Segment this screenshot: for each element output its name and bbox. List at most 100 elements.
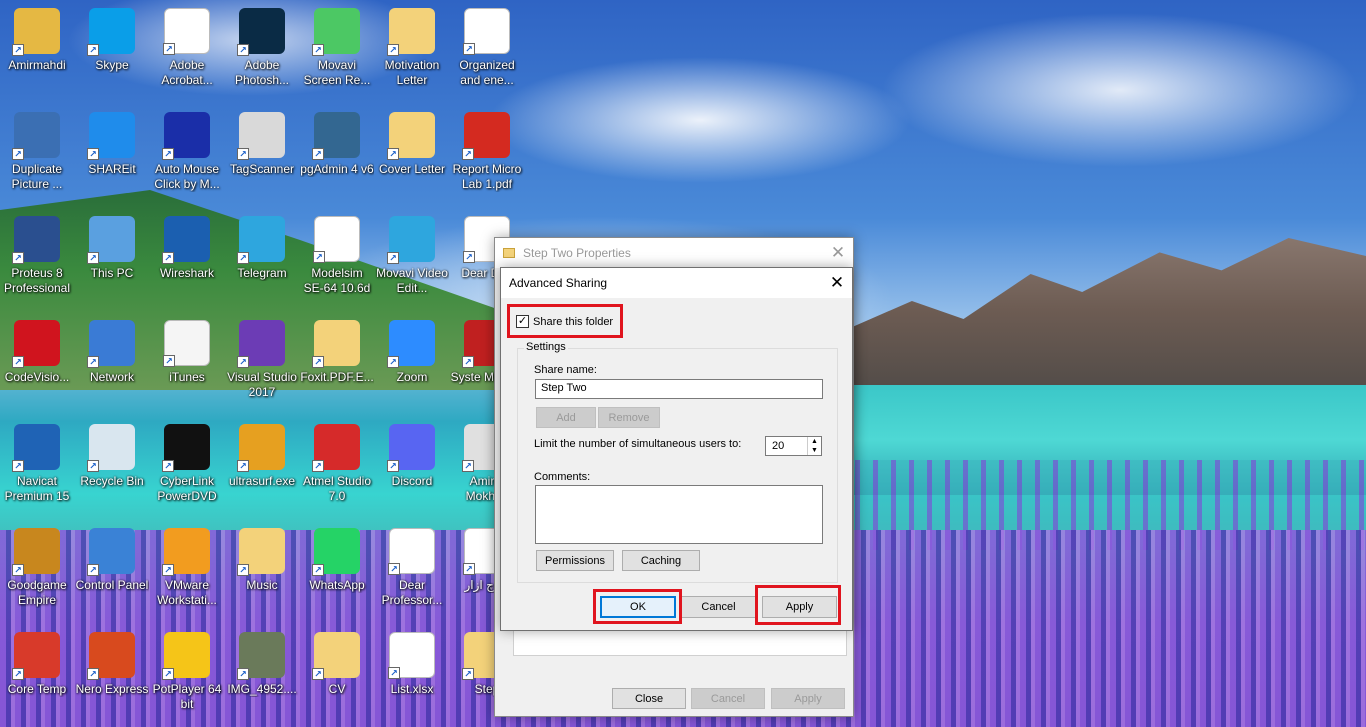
- stepper-up-icon[interactable]: ▲: [807, 437, 821, 446]
- desktop-icon[interactable]: ↗ This PC: [75, 216, 149, 316]
- desktop-icon[interactable]: ↗ IMG_4952....: [225, 632, 299, 727]
- share-folder-checkbox[interactable]: ✓: [516, 315, 529, 328]
- potplayer-icon: ↗: [162, 632, 210, 680]
- desktop-icon[interactable]: ↗ Control Panel: [75, 528, 149, 628]
- desktop-icon[interactable]: ↗ Dear Professor...: [375, 528, 449, 628]
- folder-icon: ↗: [312, 632, 360, 680]
- desktop-icon[interactable]: ↗ WhatsApp: [300, 528, 374, 628]
- desktop-icon[interactable]: ↗ Navicat Premium 15: [0, 424, 74, 524]
- shortcut-arrow-icon: ↗: [162, 460, 174, 472]
- desktop-icon-label: PotPlayer 64 bit: [152, 682, 222, 711]
- shortcut-arrow-icon: ↗: [237, 564, 249, 576]
- desktop-icon-label: Goodgame Empire: [7, 578, 67, 607]
- desktop-icon[interactable]: ↗ pgAdmin 4 v6: [300, 112, 374, 212]
- properties-cancel-button[interactable]: Cancel: [691, 688, 765, 709]
- desktop-icon[interactable]: ↗ iTunes: [150, 320, 224, 420]
- desktop-icon[interactable]: ↗ TagScanner: [225, 112, 299, 212]
- share-folder-checkbox-row[interactable]: ✓ Share this folder: [516, 315, 613, 328]
- desktop-icon[interactable]: ↗ Adobe Photosh...: [225, 8, 299, 108]
- photo-icon: ↗: [237, 632, 285, 680]
- shortcut-arrow-icon: ↗: [463, 251, 475, 263]
- desktop-icon[interactable]: ↗ ultrasurf.exe: [225, 424, 299, 524]
- desktop-icon[interactable]: ↗ Goodgame Empire: [0, 528, 74, 628]
- desktop-icon[interactable]: ↗ Zoom: [375, 320, 449, 420]
- ultrasurf-icon: ↗: [237, 424, 285, 472]
- shortcut-arrow-icon: ↗: [87, 460, 99, 472]
- desktop-icon[interactable]: ↗ SHAREit: [75, 112, 149, 212]
- desktop-icon[interactable]: ↗ Amirmahdi: [0, 8, 74, 108]
- desktop-icon[interactable]: ↗ Auto Mouse Click by M...: [150, 112, 224, 212]
- desktop-icon[interactable]: ↗ CV: [300, 632, 374, 727]
- advanced-sharing-dialog: Advanced Sharing ✕ ✓ Share this folder S…: [500, 267, 853, 631]
- desktop-icon[interactable]: ↗ Wireshark: [150, 216, 224, 316]
- properties-close-icon[interactable]: ✕: [823, 238, 853, 268]
- shortcut-arrow-icon: ↗: [87, 564, 99, 576]
- desktop-icon[interactable]: ↗ Report Micro Lab 1.pdf: [450, 112, 524, 212]
- skype-icon: ↗: [87, 8, 135, 56]
- share-folder-label: Share this folder: [533, 315, 614, 328]
- desktop-icon[interactable]: ↗ Atmel Studio 7.0: [300, 424, 374, 524]
- desktop-icon[interactable]: ↗ Movavi Screen Re...: [300, 8, 374, 108]
- remove-share-button[interactable]: Remove: [598, 407, 660, 428]
- desktop-icon[interactable]: ↗ Adobe Acrobat...: [150, 8, 224, 108]
- desktop-icon[interactable]: ↗ Discord: [375, 424, 449, 524]
- properties-close-button[interactable]: Close: [612, 688, 686, 709]
- desktop-icon[interactable]: ↗ CodeVisio...: [0, 320, 74, 420]
- desktop-icon[interactable]: ↗ Proteus 8 Professional: [0, 216, 74, 316]
- shortcut-arrow-icon: ↗: [237, 460, 249, 472]
- excel-icon: ↗: [388, 632, 435, 679]
- photoshop-icon: ↗: [237, 8, 285, 56]
- folder-icon: ↗: [387, 112, 435, 160]
- desktop-icon[interactable]: ↗ Telegram: [225, 216, 299, 316]
- limit-users-stepper[interactable]: 20 ▲ ▼: [765, 436, 822, 456]
- desktop-icon[interactable]: ↗ PotPlayer 64 bit: [150, 632, 224, 727]
- desktop-icon[interactable]: ↗ Duplicate Picture ...: [0, 112, 74, 212]
- shortcut-arrow-icon: ↗: [387, 356, 399, 368]
- shortcut-arrow-icon: ↗: [387, 252, 399, 264]
- desktop-icon-label: Wireshark: [159, 266, 214, 280]
- desktop-icon[interactable]: ↗ Music: [225, 528, 299, 628]
- desktop-icon[interactable]: ↗ Cover Letter: [375, 112, 449, 212]
- desktop-icon[interactable]: ↗ Organized and ene...: [450, 8, 524, 108]
- desktop-icon[interactable]: ↗ Nero Express: [75, 632, 149, 727]
- desktop-icon[interactable]: ↗ List.xlsx: [375, 632, 449, 727]
- desktop-icon[interactable]: ↗ Modelsim SE-64 10.6d: [300, 216, 374, 316]
- desktop-icon[interactable]: ↗ CyberLink PowerDVD 21: [150, 424, 224, 524]
- shortcut-arrow-icon: ↗: [462, 460, 474, 472]
- share-name-input[interactable]: Step Two: [535, 379, 823, 399]
- desktop-icon-label: CodeVisio...: [4, 370, 70, 384]
- desktop-icon[interactable]: ↗ Movavi Video Edit...: [375, 216, 449, 316]
- stepper-down-icon[interactable]: ▼: [807, 446, 821, 455]
- properties-titlebar[interactable]: Step Two Properties ✕: [495, 238, 853, 268]
- cancel-button[interactable]: Cancel: [681, 596, 756, 618]
- shortcut-arrow-icon: ↗: [12, 148, 24, 160]
- caching-button[interactable]: Caching: [622, 550, 700, 571]
- advanced-sharing-titlebar[interactable]: Advanced Sharing ✕: [501, 268, 852, 298]
- desktop-icon[interactable]: ↗ Motivation Letter: [375, 8, 449, 108]
- permissions-button[interactable]: Permissions: [536, 550, 614, 571]
- desktop-icon-label: Movavi Screen Re...: [303, 58, 371, 87]
- desktop-icon[interactable]: ↗ Visual Studio 2017: [225, 320, 299, 420]
- desktop-icon-label: Proteus 8 Professional: [3, 266, 71, 295]
- apply-button[interactable]: Apply: [762, 596, 837, 618]
- desktop-icon-label: Cover Letter: [378, 162, 446, 176]
- desktop-icon-label: CV: [328, 682, 346, 696]
- desktop-icon[interactable]: ↗ Foxit.PDF.E...: [300, 320, 374, 420]
- desktop-icon[interactable]: ↗ Core Temp: [0, 632, 74, 727]
- desktop-icon[interactable]: ↗ Skype: [75, 8, 149, 108]
- recycle-bin-icon: ↗: [87, 424, 135, 472]
- shortcut-arrow-icon: ↗: [87, 668, 99, 680]
- advanced-sharing-close-icon[interactable]: ✕: [822, 268, 852, 298]
- desktop-icon[interactable]: ↗ Recycle Bin: [75, 424, 149, 524]
- desktop-icon-label: Telegram: [237, 266, 287, 280]
- control-panel-icon: ↗: [87, 528, 135, 576]
- ok-button[interactable]: OK: [600, 596, 676, 618]
- desktop-icon[interactable]: ↗ Network: [75, 320, 149, 420]
- add-share-button[interactable]: Add: [536, 407, 596, 428]
- comments-textarea[interactable]: [535, 485, 823, 544]
- properties-apply-button[interactable]: Apply: [771, 688, 845, 709]
- zoom-icon: ↗: [387, 320, 435, 368]
- network-icon: ↗: [87, 320, 135, 368]
- shortcut-arrow-icon: ↗: [312, 668, 324, 680]
- desktop-icon[interactable]: ↗ VMware Workstati...: [150, 528, 224, 628]
